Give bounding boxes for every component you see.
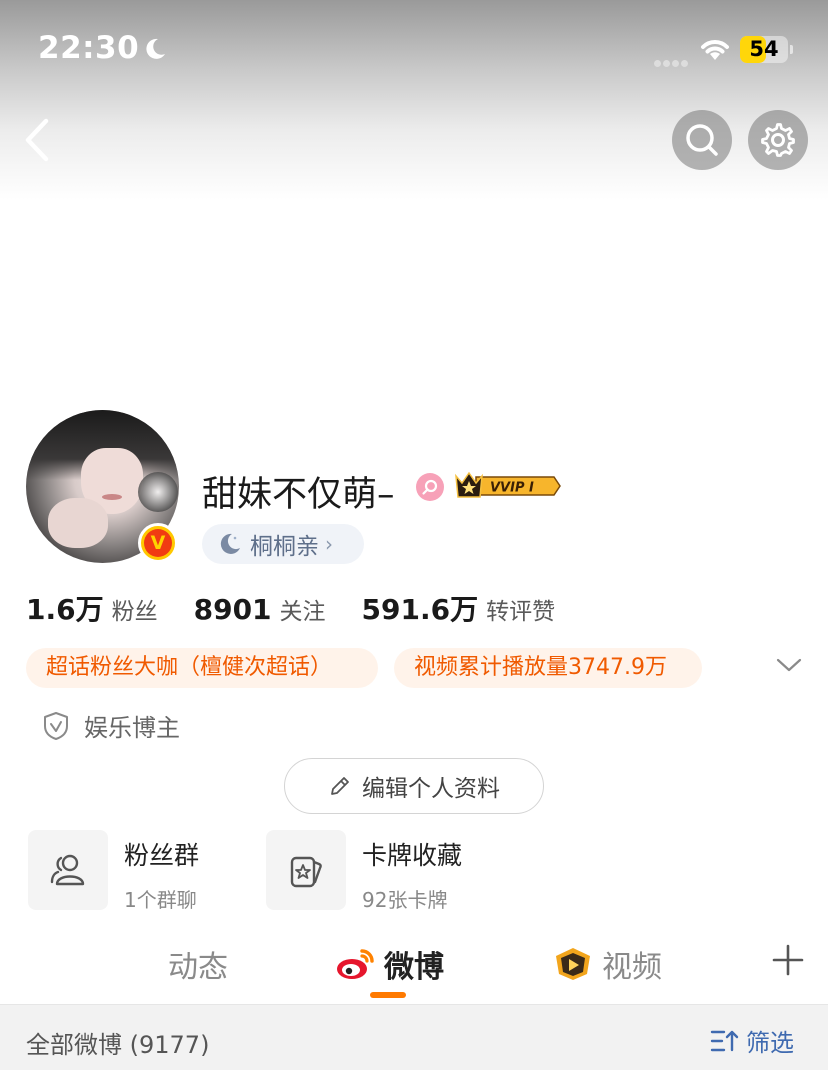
filter-label: 筛选 — [746, 1029, 794, 1057]
active-tab-indicator — [370, 992, 406, 998]
wifi-icon — [698, 36, 732, 66]
stat-value: 591.6万 — [361, 593, 479, 626]
stat-value: 1.6万 — [26, 593, 104, 626]
edit-profile-button[interactable]: 编辑个人资料 — [284, 758, 544, 814]
plus-icon[interactable] — [772, 944, 804, 980]
username: 甜妹不仅萌– — [202, 475, 395, 515]
tag-chip-supertopic[interactable]: 超话粉丝大咖（檀健次超话） — [26, 648, 378, 688]
shield-check-icon — [44, 711, 68, 740]
chevron-left-icon — [25, 118, 49, 162]
stats-row: 1.6万 粉丝 8901 关注 591.6万 转评赞 — [26, 588, 555, 628]
chevron-down-icon[interactable] — [776, 656, 802, 678]
card-collection-card[interactable]: 卡牌收藏 92张卡牌 — [266, 830, 462, 913]
video-play-icon — [556, 948, 590, 980]
status-time: 22:30 — [38, 30, 140, 66]
group-icon — [28, 830, 108, 910]
tab-label: 动态 — [168, 950, 228, 985]
chevron-right-icon: › — [325, 532, 333, 556]
svg-text:VVIP I: VVIP I — [490, 481, 534, 496]
fan-group-title: 粉丝群 — [124, 841, 200, 870]
settings-button[interactable] — [748, 110, 808, 170]
pencil-icon — [331, 777, 349, 795]
fan-group-card[interactable]: 粉丝群 1个群聊 — [28, 830, 199, 913]
role-row: 娱乐博主 — [42, 708, 180, 743]
stat-following[interactable]: 8901 关注 — [194, 592, 326, 626]
search-icon — [686, 124, 718, 156]
card-collection-title: 卡牌收藏 — [362, 841, 463, 870]
tab-label: 微博 — [384, 950, 444, 985]
stat-engagement[interactable]: 591.6万 转评赞 — [362, 588, 556, 628]
vvip-badge[interactable]: VVIP I — [454, 471, 562, 505]
filter-sort-icon — [710, 1030, 739, 1051]
stat-label: 粉丝 — [111, 599, 158, 625]
battery-percentage: 54 — [749, 37, 779, 61]
card-icon — [266, 830, 346, 910]
title-chip-label: 桐桐亲 — [250, 534, 319, 560]
title-chip[interactable]: 桐桐亲 › — [202, 524, 364, 564]
role-label: 娱乐博主 — [84, 714, 180, 742]
fan-group-subtitle: 1个群聊 — [124, 888, 197, 912]
tab-weibo[interactable]: 微博 — [336, 942, 444, 986]
filter-bar: 全部微博 (9177) 筛选 — [0, 1004, 828, 1070]
female-gender-icon — [416, 473, 444, 501]
moon-icon — [142, 36, 168, 66]
verified-badge: V — [138, 523, 178, 563]
stat-label: 关注 — [279, 599, 326, 625]
filter-button[interactable]: 筛选 — [710, 1023, 794, 1058]
all-weibo-count: 全部微博 (9177) — [26, 1031, 210, 1059]
tab-label: 视频 — [602, 950, 662, 985]
tag-chip-video-plays[interactable]: 视频累计播放量3747.9万 — [394, 648, 702, 688]
card-collection-subtitle: 92张卡牌 — [362, 888, 448, 912]
status-bar: 22:30 54 — [0, 0, 828, 96]
gear-icon — [761, 123, 795, 157]
stat-followers[interactable]: 1.6万 粉丝 — [26, 588, 158, 628]
weibo-icon — [337, 949, 374, 979]
edit-profile-label: 编辑个人资料 — [362, 776, 500, 802]
battery-icon: 54 — [740, 36, 793, 63]
search-button[interactable] — [672, 110, 732, 170]
cellular-signal-icon — [654, 52, 690, 71]
back-button[interactable] — [18, 115, 58, 165]
tab-dynamic[interactable]: 动态 — [168, 942, 228, 986]
profile-tabs: 动态 微博 视频 — [0, 936, 828, 1002]
stat-value: 8901 — [193, 593, 272, 626]
stat-label: 转评赞 — [486, 599, 556, 625]
crescent-moon-icon — [220, 533, 240, 554]
tab-video[interactable]: 视频 — [552, 942, 662, 986]
